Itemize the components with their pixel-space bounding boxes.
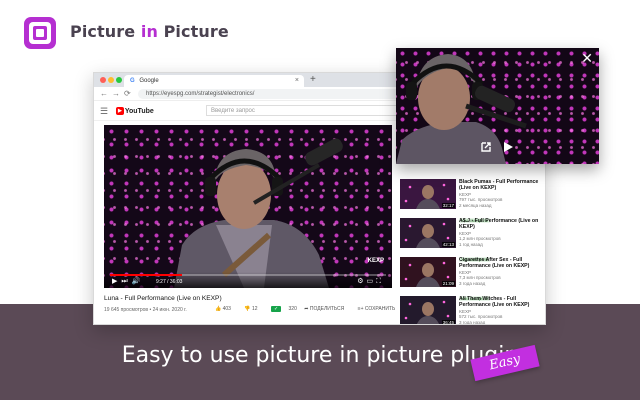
youtube-search-input[interactable]: Введите запрос <box>206 105 406 116</box>
playback-controls-icon[interactable]: ▶⏭🔊 <box>112 277 144 286</box>
like-button[interactable]: 👍 403 <box>215 306 237 312</box>
video-title: Luna - Full Performance (Live on KEXP) <box>104 295 222 302</box>
play-icon[interactable] <box>502 141 514 153</box>
brand-title-part1: Picture <box>70 22 136 41</box>
browser-tab[interactable]: G Google × <box>124 75 304 87</box>
video-info: All Them Witches - Full Performance (Liv… <box>459 296 541 325</box>
save-button[interactable]: ≡+ СОХРАНИТЬ <box>358 306 402 312</box>
subscribe-count: 320 <box>288 306 297 312</box>
share-button[interactable]: ➦ ПОДЕЛИТЬСЯ <box>304 306 350 312</box>
tab-close-icon[interactable]: × <box>295 77 299 84</box>
sidebar-video-item[interactable]: 42:13 A$.J - Full Performance (Live on KE… <box>400 218 541 262</box>
upload-age: 2 месяца назад <box>459 203 492 208</box>
video-actions: 👍 403 👎 12 ✓ 320 ➦ ПОДЕЛИТЬСЯ ≡+ СОХРАНИ… <box>215 306 407 312</box>
brand-title-part2: Picture <box>163 22 229 41</box>
window-minimize-dot[interactable] <box>108 77 114 83</box>
youtube-play-icon: ▶ <box>116 107 124 115</box>
tab-title: Google <box>139 78 159 84</box>
video-thumbnail[interactable]: 21:09 <box>400 257 456 287</box>
brand-title: Picture in Picture <box>70 22 229 41</box>
navigation-icons[interactable]: ←→⟳ <box>100 89 135 98</box>
picture-in-picture-logo-icon <box>24 17 56 49</box>
video-title[interactable]: Cigarettes After Sex - Full Performance … <box>459 257 541 270</box>
upload-age: 1 год назад <box>459 242 483 247</box>
window-close-dot[interactable] <box>100 77 106 83</box>
sidebar-video-item[interactable]: 21:09 Cigarettes After Sex - Full Perform… <box>400 257 541 301</box>
settings-fullscreen-icon[interactable]: ⚙▭⛶ <box>357 277 384 286</box>
video-title[interactable]: Black Pumas - Full Performance (Live on … <box>459 179 541 192</box>
player-controls: ▶⏭🔊 9:27 / 36:03 ⚙▭⛶ <box>104 272 392 288</box>
back-to-tab-icon[interactable] <box>480 141 492 153</box>
upload-age: 3 года назад <box>459 281 486 286</box>
tagline: Easy to use picture in picture plugin <box>121 343 519 368</box>
progress-fill <box>110 274 182 276</box>
video-duration: 42:13 <box>441 242 455 247</box>
time-display: 9:27 / 36:03 <box>156 279 183 285</box>
sidebar-video-item[interactable]: 36:45 All Them Witches - Full Performance… <box>400 296 541 325</box>
video-duration: 32:17 <box>441 203 455 208</box>
window-maximize-dot[interactable] <box>116 77 122 83</box>
menu-icon[interactable]: ☰ <box>100 106 108 117</box>
google-favicon-icon: G <box>130 78 135 84</box>
video-title[interactable]: All Them Witches - Full Performance (Liv… <box>459 296 541 309</box>
pip-window[interactable]: ✕ <box>396 48 599 164</box>
video-duration: 36:45 <box>441 320 455 325</box>
subscribe-badge[interactable]: ✓ <box>270 306 282 312</box>
sidebar-video-item[interactable]: 32:17 Black Pumas - Full Performance (Liv… <box>400 179 541 223</box>
upload-age: 3 года назад <box>459 320 486 325</box>
video-thumbnail[interactable]: 32:17 <box>400 179 456 209</box>
new-tab-button[interactable]: + <box>310 74 316 85</box>
brand-title-accent: in <box>140 22 158 41</box>
video-title[interactable]: A$.J - Full Performance (Live on KEXP) <box>459 218 541 231</box>
dislike-button[interactable]: 👎 12 <box>244 306 263 312</box>
pip-close-button[interactable]: ✕ <box>581 51 593 67</box>
video-duration: 21:09 <box>441 281 455 286</box>
progress-bar[interactable] <box>110 274 386 276</box>
video-player[interactable]: KEXP ▶⏭🔊 9:27 / 36:03 ⚙▭⛶ <box>104 125 392 288</box>
pip-performer-scene <box>396 54 527 164</box>
video-thumbnail[interactable]: 42:13 <box>400 218 456 248</box>
video-thumbnail[interactable]: 36:45 <box>400 296 456 325</box>
video-meta: 19 645 просмотров • 24 июн. 2020 г. <box>104 307 187 313</box>
performer-scene <box>174 138 343 288</box>
youtube-logo[interactable]: ▶ YouTube <box>116 107 154 115</box>
kexp-watermark: KEXP <box>367 258 384 264</box>
